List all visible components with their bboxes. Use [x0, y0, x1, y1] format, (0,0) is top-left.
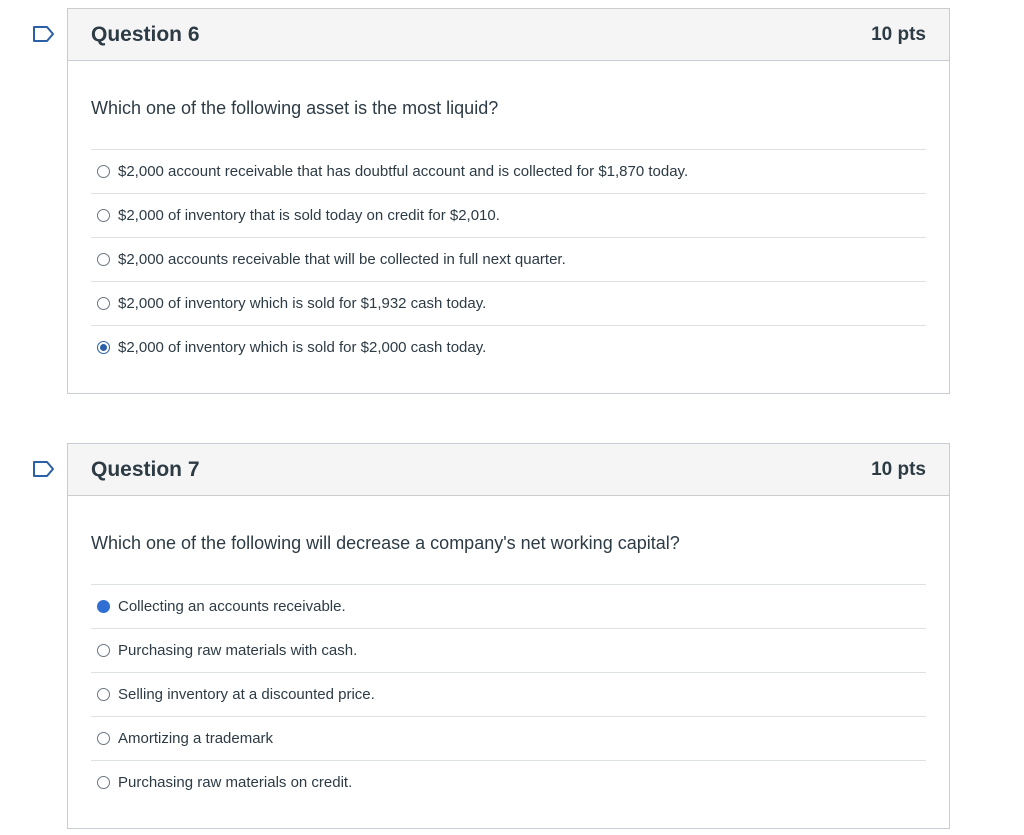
answer-label[interactable]: $2,000 account receivable that has doubt… [118, 163, 688, 180]
radio-button[interactable] [97, 644, 110, 657]
answer-label[interactable]: Collecting an accounts receivable. [118, 598, 346, 615]
radio-button[interactable] [97, 732, 110, 745]
question-title: Question 7 [91, 457, 200, 481]
answer-label[interactable]: Purchasing raw materials on credit. [118, 774, 352, 791]
answer-option[interactable]: Selling inventory at a discounted price. [91, 672, 926, 716]
question-body: Which one of the following will decrease… [68, 533, 949, 804]
question-header: Question 6 10 pts [68, 9, 949, 61]
radio-button[interactable] [97, 209, 110, 222]
question-points: 10 pts [871, 458, 926, 480]
answer-option[interactable]: Amortizing a trademark [91, 716, 926, 760]
radio-button-selected[interactable] [97, 600, 110, 613]
answer-label[interactable]: Purchasing raw materials with cash. [118, 642, 357, 659]
answer-option[interactable]: Purchasing raw materials on credit. [91, 760, 926, 804]
question-text: Which one of the following asset is the … [91, 98, 499, 118]
radio-button[interactable] [97, 776, 110, 789]
question-points: 10 pts [871, 23, 926, 45]
radio-button[interactable] [97, 297, 110, 310]
question-header: Question 7 10 pts [68, 444, 949, 496]
answer-label[interactable]: Selling inventory at a discounted price. [118, 686, 375, 703]
question-title: Question 6 [91, 22, 200, 46]
answer-label[interactable]: $2,000 of inventory which is sold for $1… [118, 295, 486, 312]
radio-button-selected[interactable] [97, 341, 110, 354]
radio-button[interactable] [97, 253, 110, 266]
answer-label[interactable]: $2,000 accounts receivable that will be … [118, 251, 566, 268]
flag-question-icon[interactable] [32, 460, 56, 478]
radio-button[interactable] [97, 165, 110, 178]
answer-option-selected[interactable]: Collecting an accounts receivable. [91, 584, 926, 628]
answer-option[interactable]: $2,000 accounts receivable that will be … [91, 237, 926, 281]
answer-label[interactable]: $2,000 of inventory that is sold today o… [118, 207, 500, 224]
answer-option[interactable]: Purchasing raw materials with cash. [91, 628, 926, 672]
answer-list: Collecting an accounts receivable. Purch… [91, 584, 926, 804]
answer-option-selected[interactable]: $2,000 of inventory which is sold for $2… [91, 325, 926, 369]
question-body: Which one of the following asset is the … [68, 98, 949, 369]
question-card: Question 6 10 pts Which one of the follo… [67, 8, 950, 394]
radio-button[interactable] [97, 688, 110, 701]
answer-label[interactable]: $2,000 of inventory which is sold for $2… [118, 339, 486, 356]
answer-option[interactable]: $2,000 of inventory that is sold today o… [91, 193, 926, 237]
flag-question-icon[interactable] [32, 25, 56, 43]
answer-option[interactable]: $2,000 account receivable that has doubt… [91, 149, 926, 193]
answer-label[interactable]: Amortizing a trademark [118, 730, 273, 747]
answer-option[interactable]: $2,000 of inventory which is sold for $1… [91, 281, 926, 325]
question-text: Which one of the following will decrease… [91, 533, 680, 553]
question-card: Question 7 10 pts Which one of the follo… [67, 443, 950, 829]
answer-list: $2,000 account receivable that has doubt… [91, 149, 926, 369]
